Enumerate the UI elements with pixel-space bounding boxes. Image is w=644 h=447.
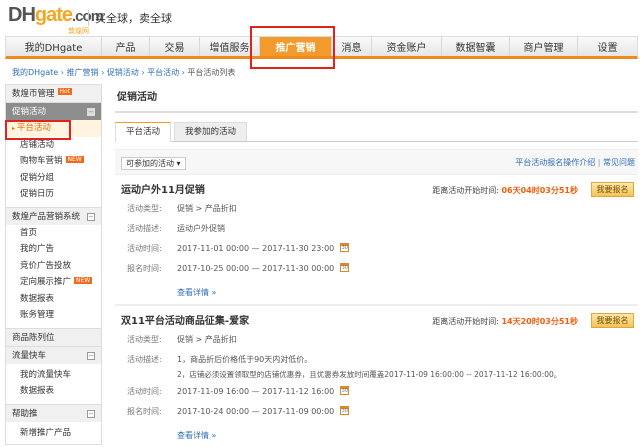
collapse-icon[interactable]: −	[87, 108, 95, 116]
crumb-sep: ›	[141, 68, 145, 77]
calendar-icon[interactable]: 30	[340, 263, 350, 272]
hot-badge: Hot	[57, 88, 73, 95]
collapse-icon[interactable]: −	[87, 409, 95, 418]
activity-time: 2017-11-09 16:00 — 2017-11-12 16:00	[177, 387, 335, 396]
filter-bar: 可参加的活动 ▾ 平台活动报名操作介绍 | 常见问题	[115, 149, 638, 175]
countdown: 距离活动开始时间: 06天04时03分51秒	[432, 186, 578, 195]
signup-time: 2017-10-24 00:00 — 2017-11-09 00:00	[177, 407, 335, 416]
sidebar-item-home[interactable]: 首页	[6, 225, 101, 242]
signup-guide-link[interactable]: 平台活动报名操作介绍	[515, 158, 595, 167]
activity-type: 促销 > 产品折扣	[177, 204, 237, 213]
new-badge: NEW	[74, 277, 93, 284]
nav-merchant[interactable]: 商户管理	[510, 37, 578, 56]
nav-trade[interactable]: 交易	[150, 37, 200, 56]
nav-messages[interactable]: 消息	[332, 37, 372, 56]
highlight-box-nav	[250, 26, 335, 69]
sidebar-section-traffic[interactable]: 流量快车 −	[6, 345, 101, 364]
nav-settings[interactable]: 设置	[578, 37, 637, 56]
sidebar-section-display-slots[interactable]: 商品陈列位	[6, 327, 101, 346]
collapse-icon[interactable]: −	[87, 212, 95, 221]
nav-my-dhgate[interactable]: 我的DHgate	[6, 37, 102, 56]
sidebar-item-reports[interactable]: 数据报表	[6, 291, 101, 308]
sidebar-item-bid-ads[interactable]: 竞价广告投放	[6, 258, 101, 275]
activity-filter-select[interactable]: 可参加的活动 ▾	[121, 157, 186, 170]
sidebar-item-billing[interactable]: 账务管理	[6, 307, 101, 324]
sidebar-section-help-promote[interactable]: 帮助推 −	[6, 403, 101, 422]
main-content: 促销活动 平台活动 我参加的活动 可参加的活动 ▾ 平台活动报名操作介绍 | 常…	[115, 84, 638, 447]
sidebar-item-promo-calendar[interactable]: 促销日历	[6, 186, 101, 203]
sidebar-item-my-ads[interactable]: 我的广告	[6, 241, 101, 258]
signup-button[interactable]: 我要报名	[591, 182, 634, 197]
crumb-sep: ›	[101, 68, 105, 77]
sidebar-item-promo-groups[interactable]: 促销分组	[6, 170, 101, 187]
calendar-icon[interactable]: 30	[340, 243, 350, 252]
activity-card: 双11平台活动商品征集-爱家 距离活动开始时间: 14天20时03分51秒 我要…	[115, 306, 638, 447]
tabs: 平台活动 我参加的活动	[115, 122, 638, 142]
nav-products[interactable]: 产品	[102, 37, 150, 56]
nav-data[interactable]: 数据智囊	[442, 37, 510, 56]
signup-button[interactable]: 我要报名	[591, 313, 634, 328]
sidebar-item-my-traffic[interactable]: 我的流量快车	[6, 367, 101, 384]
calendar-icon[interactable]: 30	[340, 406, 350, 415]
crumb-platform[interactable]: 平台活动	[147, 68, 179, 77]
sidebar-section-promotions[interactable]: 促销活动 −	[6, 102, 101, 120]
nav-funds[interactable]: 资金账户	[372, 37, 442, 56]
sidebar-item-targeted-display[interactable]: 定向展示推广 NEW	[6, 274, 101, 291]
crumb-sep: ›	[181, 68, 185, 77]
new-badge: NEW	[65, 156, 84, 163]
tab-my-activities[interactable]: 我参加的活动	[174, 122, 248, 141]
view-details-link[interactable]: 查看详情 »	[115, 287, 638, 298]
crumb-my-dhgate[interactable]: 我的DHgate	[12, 68, 58, 77]
sidebar-item-add-product[interactable]: 新增推广产品	[6, 425, 101, 442]
calendar-icon[interactable]: 30	[340, 386, 350, 395]
crumb-sep: ›	[60, 68, 64, 77]
crumb-marketing[interactable]: 推广营销	[67, 68, 99, 77]
activity-card: 运动户外11月促销 距离活动开始时间: 06天04时03分51秒 我要报名 活动…	[115, 175, 638, 306]
sidebar-item-cart-marketing[interactable]: 购物车营销 NEW	[6, 153, 101, 170]
countdown: 距离活动开始时间: 14天20时03分51秒	[432, 317, 578, 326]
crumb-promotions[interactable]: 促销活动	[107, 68, 139, 77]
activity-time: 2017-11-01 00:00 — 2017-11-30 23:00	[177, 244, 335, 253]
sidebar-section-ad-system[interactable]: 数煌产品营销系统 −	[6, 206, 101, 225]
tab-platform-activities[interactable]: 平台活动	[115, 122, 172, 142]
activity-desc: 运动户外促销	[177, 224, 225, 233]
activity-desc: 1，商品折后价格低于90天内对低价。 2，店铺必须设置领取型的店铺优惠券，且优惠券…	[177, 355, 562, 379]
activity-type: 促销 > 产品折扣	[177, 335, 237, 344]
page-title: 促销活动	[115, 84, 638, 113]
view-details-link[interactable]: 查看详情 »	[115, 430, 638, 441]
breadcrumb: 我的DHgate › 推广营销 › 促销活动 › 平台活动 › 平台活动列表	[12, 67, 235, 78]
sidebar-coin-management[interactable]: 数煌币管理 Hot	[6, 84, 101, 102]
signup-time: 2017-10-25 00:00 — 2017-11-30 00:00	[177, 264, 335, 273]
collapse-icon[interactable]: −	[87, 351, 95, 360]
crumb-current: 平台活动列表	[187, 68, 236, 77]
highlight-box-sidebar	[5, 120, 71, 140]
faq-link[interactable]: 常见问题	[603, 158, 635, 167]
slogan: 买全球，卖全球	[88, 10, 172, 26]
sidebar-item-traffic-reports[interactable]: 数据报表	[6, 383, 101, 400]
dropdown-arrow-icon: ▾	[176, 159, 181, 168]
